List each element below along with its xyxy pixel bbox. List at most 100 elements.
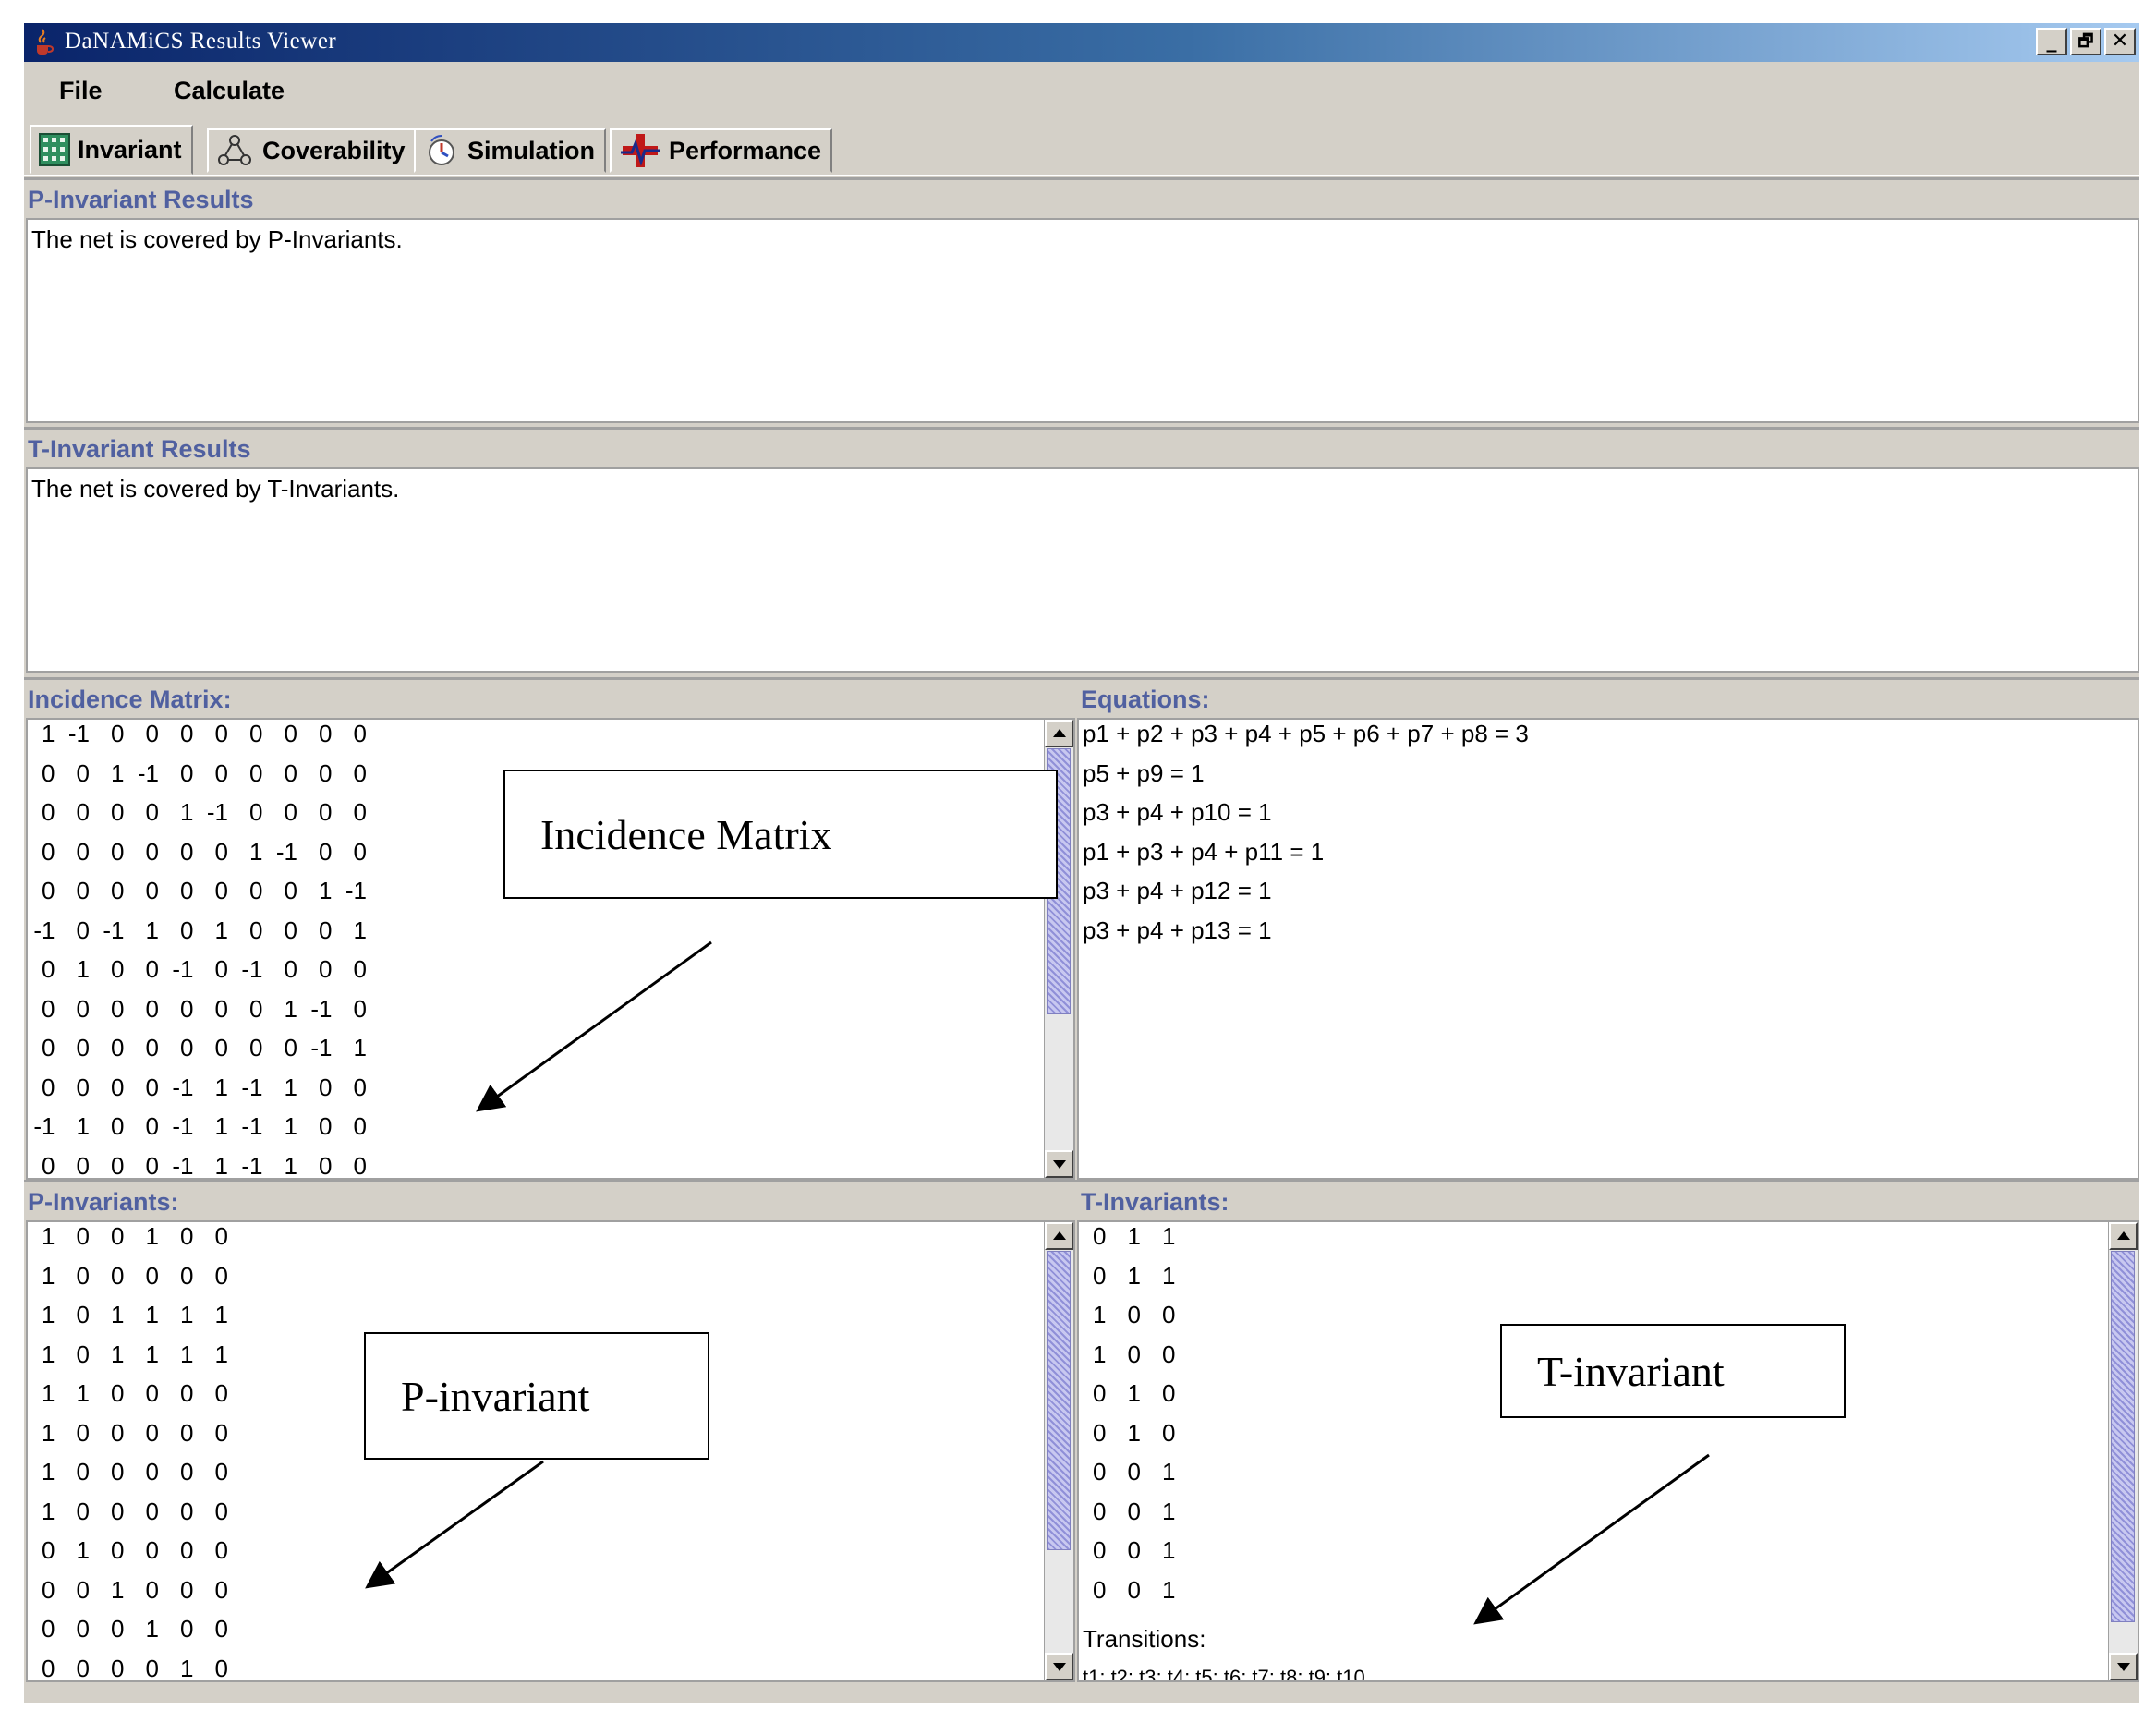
- minimize-button[interactable]: _: [2036, 28, 2067, 55]
- tab-simulation-label: Simulation: [467, 136, 596, 164]
- incidence-matrix-cell: -1: [172, 1073, 194, 1101]
- p-invariant-results-box[interactable]: The net is covered by P-Invariants.: [26, 218, 2139, 423]
- incidence-matrix-cell: 0: [111, 720, 125, 747]
- p-invariant-cell: 1: [42, 1222, 55, 1250]
- incidence-matrix-cell: 0: [111, 1073, 125, 1101]
- p-invariant-cell: 0: [76, 1301, 90, 1328]
- t-invariant-row: 100: [1079, 1295, 1175, 1334]
- p-invariant-cell: 0: [180, 1536, 194, 1564]
- incidence-matrix-cell: 0: [319, 1151, 333, 1180]
- incidence-matrix-cell: 0: [284, 877, 297, 904]
- t-invariant-cell: 0: [1093, 1458, 1107, 1486]
- incidence-matrix-cell: 1: [284, 1073, 297, 1101]
- p-invariant-cell: 0: [76, 1458, 90, 1486]
- t-invariant-cell: 1: [1162, 1222, 1176, 1250]
- incidence-matrix-cell: 0: [111, 955, 125, 983]
- incidence-matrix-cell: 0: [249, 916, 263, 944]
- incidence-matrix-cell: 0: [319, 955, 333, 983]
- p-invariant-cell: 0: [145, 1654, 159, 1682]
- invariant-icon: [39, 133, 70, 166]
- incidence-matrix-cell: 1: [284, 1112, 297, 1140]
- incidence-matrix-cell: 0: [42, 877, 55, 904]
- p-invariant-row: 100100: [28, 1222, 228, 1255]
- incidence-matrix-cell: 0: [76, 798, 90, 826]
- incidence-matrix-cell: 0: [111, 1112, 125, 1140]
- p-invariant-cell: 0: [214, 1379, 228, 1407]
- tab-performance[interactable]: Performance: [610, 128, 833, 173]
- scroll-up-button[interactable]: [1045, 720, 1073, 747]
- p-invariant-row: 101111: [28, 1335, 228, 1374]
- incidence-matrix-cell: 0: [284, 955, 297, 983]
- incidence-matrix-cell: 0: [145, 1151, 159, 1180]
- incidence-matrix-cell: -1: [103, 916, 125, 944]
- title-bar[interactable]: DaNAMiCS Results Viewer _ 🗗 ✕: [24, 23, 2139, 62]
- callout-p-invariant: P-invariant: [364, 1332, 709, 1460]
- p-invariant-cell: 0: [214, 1222, 228, 1250]
- simulation-icon: [429, 135, 454, 165]
- incidence-matrix-cell: -1: [172, 1151, 194, 1180]
- incidence-matrix-cell: 0: [111, 994, 125, 1023]
- incidence-matrix-row: 0 0 0 0 1 -1 0 0 0 0: [28, 793, 367, 831]
- incidence-matrix-cell: 0: [353, 994, 367, 1023]
- coverability-icon: [218, 135, 251, 165]
- equation-line: p5 + p9 = 1: [1083, 758, 1205, 787]
- p-invariant-cell: 0: [180, 1261, 194, 1290]
- close-button[interactable]: ✕: [2104, 28, 2136, 55]
- equation-line: p1 + p2 + p3 + p4 + p5 + p6 + p7 + p8 = …: [1083, 720, 1529, 747]
- scroll-up-button[interactable]: [1045, 1222, 1073, 1250]
- scroll-thumb[interactable]: [1047, 1251, 1071, 1550]
- incidence-matrix-cell: 0: [214, 955, 228, 983]
- t-invariant-results-box[interactable]: The net is covered by T-Invariants.: [26, 467, 2139, 673]
- p-invariant-cell: 1: [42, 1340, 55, 1368]
- incidence-matrix-cell: 0: [214, 758, 228, 787]
- restore-button[interactable]: 🗗: [2070, 28, 2101, 55]
- t-invariant-cell: 0: [1127, 1340, 1141, 1368]
- incidence-matrix-row: 0 0 0 0 0 0 0 0 -1 1: [28, 1028, 367, 1067]
- t-invariant-cell: 0: [1162, 1379, 1176, 1407]
- incidence-matrix-cell: 0: [111, 877, 125, 904]
- incidence-matrix-cell: 0: [353, 720, 367, 747]
- incidence-matrix-cell: 1: [284, 1151, 297, 1180]
- p-invariant-cell: 1: [42, 1301, 55, 1328]
- scroll-down-button[interactable]: [1045, 1653, 1073, 1680]
- p-invariant-cell: 1: [42, 1261, 55, 1290]
- incidence-matrix-cell: 0: [180, 720, 194, 747]
- t-invariants-scrollbar[interactable]: [2108, 1222, 2138, 1680]
- incidence-matrix-cell: 0: [284, 758, 297, 787]
- incidence-matrix-cell: 0: [42, 758, 55, 787]
- t-invariant-row: 001: [1079, 1531, 1175, 1570]
- incidence-matrix-cell: 0: [214, 837, 228, 866]
- p-invariant-cell: 0: [180, 1222, 194, 1250]
- incidence-matrix-cell: 0: [319, 758, 333, 787]
- incidence-matrix-row: 0 0 0 0 -1 1 -1 1 0 0: [28, 1068, 367, 1107]
- scroll-down-button[interactable]: [2109, 1653, 2138, 1680]
- incidence-matrix-cell: -1: [33, 916, 55, 944]
- menu-calculate[interactable]: Calculate: [174, 77, 285, 105]
- p-invariant-cell: 0: [111, 1222, 125, 1250]
- t-invariant-row: 011: [1079, 1256, 1175, 1295]
- incidence-matrix-cell: -1: [172, 955, 194, 983]
- incidence-matrix-cell: -1: [206, 798, 228, 826]
- incidence-matrix-cell: 0: [76, 1034, 90, 1061]
- scroll-down-button[interactable]: [1045, 1150, 1073, 1178]
- menu-file[interactable]: File: [59, 77, 103, 105]
- incidence-matrix-cell: -1: [241, 955, 263, 983]
- p-invariant-cell: 0: [76, 1418, 90, 1447]
- incidence-matrix-cell: 0: [76, 877, 90, 904]
- incidence-matrix-cell: 0: [180, 994, 194, 1023]
- tab-invariant[interactable]: Invariant: [30, 125, 193, 175]
- incidence-matrix-cell: 0: [111, 1034, 125, 1061]
- equations-box[interactable]: p1 + p2 + p3 + p4 + p5 + p6 + p7 + p8 = …: [1077, 718, 2139, 1180]
- t-invariants-box[interactable]: Transitions: t1; t2; t3; t4; t5; t6; t7;…: [1077, 1220, 2139, 1682]
- scroll-up-button[interactable]: [2109, 1222, 2138, 1250]
- p-invariant-row: 110000: [28, 1374, 228, 1413]
- incidence-matrix-cell: 0: [180, 1034, 194, 1061]
- t-invariant-cell: 1: [1093, 1301, 1107, 1328]
- incidence-matrix-cell: 0: [180, 916, 194, 944]
- java-cup-icon: [37, 29, 55, 55]
- tab-coverability[interactable]: Coverability: [207, 128, 417, 173]
- tab-simulation[interactable]: Simulation: [414, 128, 607, 173]
- p-invariant-row: 001000: [28, 1571, 228, 1609]
- scroll-thumb[interactable]: [2111, 1251, 2135, 1622]
- p-invariants-scrollbar[interactable]: [1044, 1222, 1073, 1680]
